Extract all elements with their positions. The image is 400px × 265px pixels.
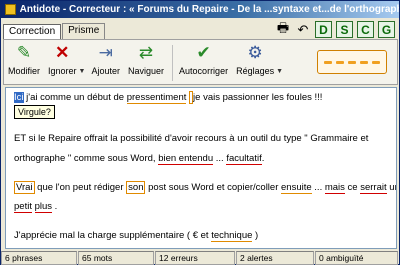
text-segment: post sous Word et copier/coller <box>145 182 282 193</box>
dictionary-s-button[interactable]: S <box>336 21 353 38</box>
correction-level-slider[interactable] <box>317 50 387 74</box>
add-icon: ⇥ <box>98 43 113 62</box>
selected-word[interactable]: Ici <box>14 92 24 103</box>
antidote-window: Antidote - Correcteur : « Forums du Repa… <box>0 0 400 265</box>
text-editor[interactable]: Ici j'ai comme un début de pressentiment… <box>5 87 397 249</box>
status-ambiguity: 0 ambiguïté <box>315 251 398 265</box>
error-word[interactable]: plus <box>34 201 53 213</box>
settings-icon: ⚙ <box>247 43 263 62</box>
navigate-icon: ⇄ <box>138 43 154 62</box>
ignore-button[interactable]: ✕ Ignorer <box>48 40 77 76</box>
slider-segment <box>336 60 344 64</box>
settings-button[interactable]: ⚙ Réglages <box>236 40 274 76</box>
slider-segment <box>348 60 356 64</box>
text-line-3: orthographe " comme sous Word, bien ente… <box>14 152 264 166</box>
status-phrases: 6 phrases <box>1 251 77 265</box>
alert-word[interactable]: technique <box>211 230 253 242</box>
top-right-tools: 🖶 ↶ D S C G <box>275 20 395 38</box>
text-segment: J'apprécie mal la charge supplémentaire … <box>14 230 212 241</box>
navigate-button[interactable]: ⇄ Naviguer <box>128 40 164 76</box>
text-line-1: Ici j'ai comme un début de pressentiment… <box>14 91 322 105</box>
slider-segment <box>324 60 332 64</box>
text-segment: ) <box>252 230 259 241</box>
text-segment: que l'on peut rédiger <box>34 182 127 193</box>
tab-correction[interactable]: Correction <box>3 24 62 40</box>
status-errors: 12 erreurs <box>155 251 235 265</box>
settings-dropdown-icon[interactable]: ▼ <box>276 68 283 75</box>
error-word[interactable]: bien entendu <box>158 153 214 165</box>
alert-word[interactable]: pressentiment <box>126 92 187 104</box>
tab-prisme[interactable]: Prisme <box>62 23 106 39</box>
error-word[interactable]: Vrai <box>14 181 35 194</box>
error-word[interactable]: facultatif <box>226 153 262 165</box>
ignore-dropdown-icon[interactable]: ▼ <box>79 68 86 75</box>
navigate-label: Naviguer <box>128 66 165 76</box>
dictionary-g-button[interactable]: G <box>378 21 395 38</box>
antidote-app-icon <box>5 4 16 15</box>
correction-toolbar: ✎ Modifier ✕ Ignorer ▼ ⇥ Ajouter ⇄ Navig… <box>3 39 398 85</box>
settings-label: Réglages <box>236 66 275 76</box>
text-segment: j'ai comme un début de <box>23 92 127 103</box>
status-bar: 6 phrases 65 mots 12 erreurs 2 alertes 0… <box>1 251 399 265</box>
tab-bar: Correction Prisme <box>3 23 106 40</box>
text-segment: orthographe " comme sous Word, <box>14 153 159 164</box>
error-word[interactable]: mais <box>324 182 345 194</box>
text-segment: un <box>389 182 396 193</box>
text-line-5: petit plus . <box>14 200 57 214</box>
alert-word[interactable]: ensuite <box>281 182 312 194</box>
add-button[interactable]: ⇥ Ajouter <box>91 40 120 76</box>
slider-segment <box>372 60 380 64</box>
text-segment: ... <box>213 153 227 164</box>
text-line-4: Vrai que l'on peut rédiger son post sous… <box>14 181 396 195</box>
ignore-icon: ✕ <box>55 43 70 62</box>
suggestion-tooltip: Virgule? <box>14 105 55 119</box>
undo-icon[interactable]: ↶ <box>295 22 311 38</box>
status-words: 65 mots <box>78 251 154 265</box>
modify-label: Modifier <box>8 66 41 76</box>
status-alerts: 2 alertes <box>236 251 314 265</box>
text-segment: ce <box>344 182 361 193</box>
autocorrect-button[interactable]: ✔ Autocorriger <box>179 40 228 76</box>
error-word[interactable]: son <box>126 181 146 194</box>
autocorrect-icon: ✔ <box>196 43 211 62</box>
text-line-6: J'apprécie mal la charge supplémentaire … <box>14 229 258 243</box>
slider-segment <box>360 60 368 64</box>
text-line-2: ET si le Repaire offrait la possibilité … <box>14 132 368 146</box>
dictionary-d-button[interactable]: D <box>315 21 332 38</box>
window-title: Antidote - Correcteur : « Forums du Repa… <box>19 4 399 15</box>
modify-button[interactable]: ✎ Modifier <box>8 40 40 76</box>
toolbar-separator <box>172 45 174 81</box>
autocorrect-label: Autocorriger <box>179 66 229 76</box>
add-label: Ajouter <box>91 66 121 76</box>
modify-icon: ✎ <box>16 43 32 62</box>
text-segment: . <box>261 153 265 164</box>
text-segment: ET si le Repaire offrait la possibilité … <box>14 133 369 144</box>
text-segment: je vais passionner les foules !!! <box>193 92 323 103</box>
text-segment: ... <box>311 182 325 193</box>
ignore-label: Ignorer <box>48 66 77 76</box>
print-icon[interactable]: 🖶 <box>275 20 291 38</box>
title-bar[interactable]: Antidote - Correcteur : « Forums du Repa… <box>1 1 399 18</box>
error-word[interactable]: serrait <box>360 182 387 194</box>
dictionary-c-button[interactable]: C <box>357 21 374 38</box>
error-word[interactable]: petit <box>14 201 32 213</box>
text-segment: . <box>52 201 58 212</box>
